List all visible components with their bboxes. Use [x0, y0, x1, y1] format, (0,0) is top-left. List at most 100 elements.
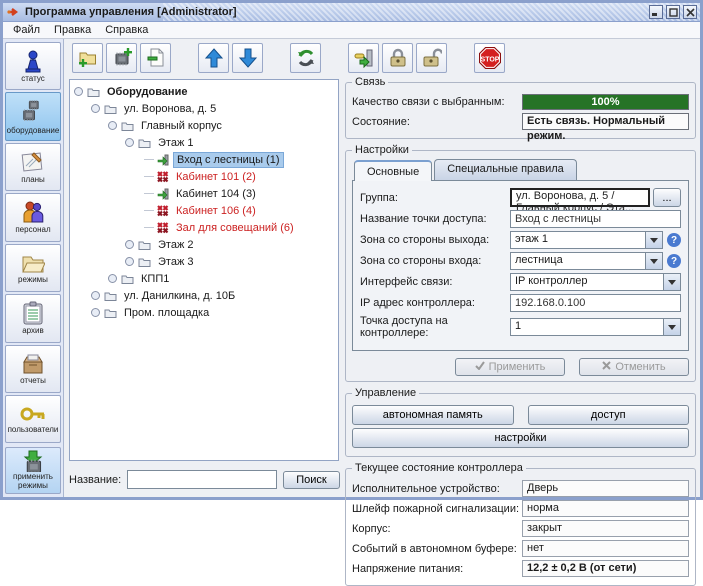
sidebar-item-status[interactable]: статус [5, 42, 61, 90]
plans-map-icon [21, 150, 45, 174]
title-bar[interactable]: Программа управления [Administrator] [3, 3, 700, 22]
minimize-button[interactable] [649, 5, 663, 19]
access-point-name-label: Название точки доступа: [360, 213, 510, 225]
interface-label: Интерфейс связи: [360, 276, 510, 288]
case-field: закрыт [522, 520, 689, 537]
apply-modes-label: применитьрежимы [13, 473, 53, 491]
chevron-down-icon[interactable] [645, 232, 662, 248]
move-up-icon [205, 48, 223, 68]
tab-special-rules[interactable]: Специальные правила [434, 159, 577, 180]
apply-modes-button[interactable]: применитьрежимы [5, 447, 61, 494]
users-key-icon [20, 404, 46, 424]
access-point-name-input[interactable] [510, 210, 681, 228]
details-panel: Связь Качество связи с выбранным: 100% С… [345, 76, 696, 493]
tree-node-voronova[interactable]: ул. Воронова, д. 5 [70, 100, 338, 117]
tree-node-room101[interactable]: Кабинет 101 (2) [70, 168, 338, 185]
remove-icon [146, 48, 166, 68]
tree-node-danilkina[interactable]: ул. Данилкина, д. 10Б [70, 287, 338, 304]
entry-zone-help-icon[interactable]: ? [667, 254, 681, 268]
menu-help[interactable]: Справка [99, 23, 154, 37]
svg-text:STOP: STOP [480, 56, 499, 63]
tree-node-entrance[interactable]: Вход с лестницы (1) [70, 151, 338, 168]
open-door-icon [354, 48, 374, 68]
control-group: Управление автономная память доступ наст… [345, 387, 696, 457]
stop-icon: STOP [478, 46, 502, 70]
controller-settings-button[interactable]: настройки [352, 428, 689, 448]
lock-button[interactable] [382, 43, 413, 73]
tree-node-floor3[interactable]: Этаж 3 [70, 253, 338, 270]
sidebar-item-equipment[interactable]: оборудование [5, 92, 61, 140]
exit-zone-label: Зона со стороны выхода: [360, 234, 510, 246]
modes-folder-icon [21, 252, 45, 274]
sidebar-nav: статус оборудование планы персонал режим… [3, 39, 64, 497]
move-up-button[interactable] [198, 43, 229, 73]
tree-node-meeting-hall[interactable]: Зал для совещаний (6) [70, 219, 338, 236]
personnel-people-icon [21, 200, 45, 224]
entry-zone-select[interactable]: лестница [510, 252, 663, 270]
exit-zone-help-icon[interactable]: ? [667, 233, 681, 247]
apply-button[interactable]: Применить [455, 358, 565, 376]
buffer-events-label: Событий в автономном буфере: [352, 543, 522, 555]
sidebar-item-modes[interactable]: режимы [5, 244, 61, 292]
chevron-down-icon[interactable] [663, 319, 680, 335]
buffer-events-field: нет [522, 540, 689, 557]
stop-button[interactable]: STOP [474, 43, 505, 73]
tree-node-floor2[interactable]: Этаж 2 [70, 236, 338, 253]
refresh-button[interactable] [290, 43, 321, 73]
interface-select[interactable]: IP контроллер [510, 273, 681, 291]
tree-node-main-building[interactable]: Главный корпус [70, 117, 338, 134]
add-group-button[interactable] [72, 43, 103, 73]
x-icon [602, 361, 611, 370]
exit-zone-select[interactable]: этаж 1 [510, 231, 663, 249]
voltage-field: 12,2 ± 0,2 В (от сети) [522, 560, 689, 577]
menu-edit[interactable]: Правка [48, 23, 97, 37]
tree-node-root[interactable]: Оборудование [70, 83, 338, 100]
controller-state-title: Текущее состояние контроллера [352, 462, 526, 474]
controller-point-select[interactable]: 1 [510, 318, 681, 336]
fire-loop-field: норма [522, 500, 689, 517]
move-down-button[interactable] [232, 43, 263, 73]
equipment-tree: Оборудование ул. Воронова, д. 5 Главный … [69, 79, 339, 461]
close-button[interactable] [683, 5, 697, 19]
group-browse-button[interactable]: ... [653, 188, 681, 207]
tree-node-industrial-site[interactable]: Пром. площадка [70, 304, 338, 321]
unlock-button[interactable] [416, 43, 447, 73]
sidebar-item-users[interactable]: пользователи [5, 395, 61, 443]
chevron-down-icon[interactable] [663, 274, 680, 290]
autonomous-memory-button[interactable]: автономная память [352, 405, 514, 425]
search-input[interactable] [127, 470, 277, 489]
add-device-button[interactable] [106, 43, 137, 73]
access-button[interactable]: доступ [528, 405, 690, 425]
sidebar-item-archive[interactable]: архив [5, 294, 61, 342]
tab-main[interactable]: Основные [354, 160, 432, 181]
sidebar-item-reports[interactable]: отчеты [5, 345, 61, 393]
add-device-icon [112, 48, 132, 68]
tree-node-checkpoint[interactable]: КПП1 [70, 270, 338, 287]
app-window: Программа управления [Administrator] Фай… [0, 0, 703, 500]
lock-open-icon [422, 48, 442, 68]
archive-clipboard-icon [22, 301, 44, 325]
titlebar-texture [163, 3, 700, 21]
reports-box-icon [21, 353, 45, 375]
app-logo-icon [7, 7, 21, 17]
remove-button[interactable] [140, 43, 171, 73]
cancel-button[interactable]: Отменить [579, 358, 689, 376]
menu-bar: Файл Правка Справка [3, 22, 700, 39]
group-field[interactable]: ул. Воронова, д. 5 / Главный корпус / Эт… [510, 188, 650, 207]
tree-node-floor1[interactable]: Этаж 1 [70, 134, 338, 151]
link-group-title: Связь [352, 76, 388, 88]
link-group: Связь Качество связи с выбранным: 100% С… [345, 76, 696, 139]
chevron-down-icon[interactable] [645, 253, 662, 269]
tree-node-room104[interactable]: Кабинет 104 (3) [70, 185, 338, 202]
fire-loop-label: Шлейф пожарной сигнализации: [352, 503, 522, 515]
open-door-button[interactable] [348, 43, 379, 73]
entry-zone-label: Зона со стороны входа: [360, 255, 510, 267]
equipment-devices-icon [20, 99, 46, 125]
ip-address-input[interactable] [510, 294, 681, 312]
menu-file[interactable]: Файл [7, 23, 46, 37]
maximize-button[interactable] [666, 5, 680, 19]
sidebar-item-personnel[interactable]: персонал [5, 193, 61, 241]
sidebar-item-plans[interactable]: планы [5, 143, 61, 191]
tree-node-room106[interactable]: Кабинет 106 (4) [70, 202, 338, 219]
search-button[interactable]: Поиск [283, 471, 339, 489]
